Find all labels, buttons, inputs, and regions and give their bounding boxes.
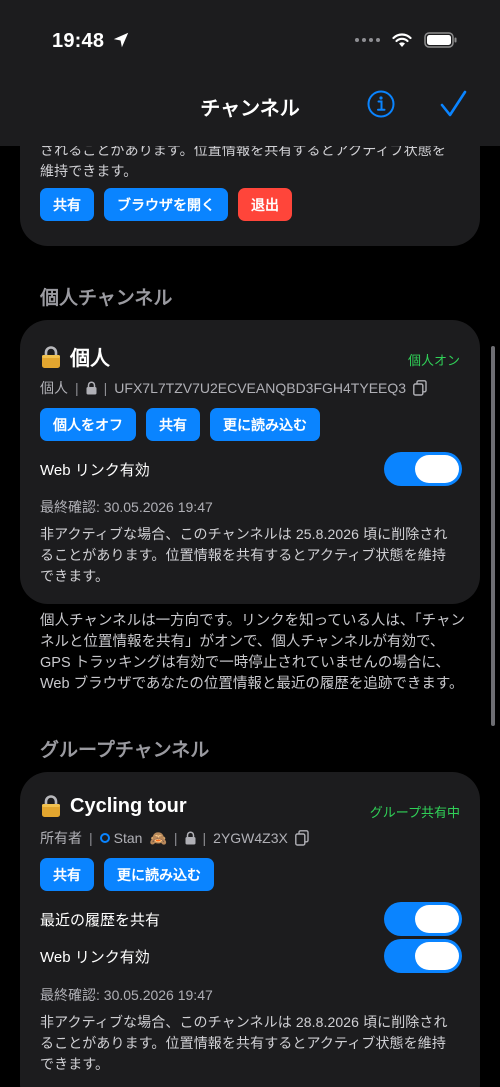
personal-channel-card: 個人 個人オン 個人 | | UFX7L7TZV7U2ECVEANQBD3FGH…	[20, 320, 480, 604]
battery-icon	[424, 32, 457, 48]
personal-section-footer: 個人チャンネルは一方向です。リンクを知っている人は、「チャンネルと位置情報を共有…	[40, 613, 465, 692]
share-button[interactable]: 共有	[146, 408, 200, 441]
web-link-label: Web リンク有効	[40, 948, 150, 966]
lock-small-icon	[86, 381, 97, 395]
channel-description: されることがあります。位置情報を共有するとアクティブ状態を維持できます。	[40, 146, 446, 179]
web-link-row: Web リンク有効	[40, 452, 462, 486]
share-history-row: 最近の履歴を共有	[40, 902, 462, 936]
web-link-toggle[interactable]	[384, 939, 462, 973]
status-bar: 19:48	[0, 0, 500, 80]
channel-meta-row: 個人 | | UFX7L7TZV7U2ECVEANQBD3FGH4TYEEQ3	[40, 378, 462, 398]
last-check-time: 最終確認: 30.05.2026 19:47	[40, 987, 213, 1003]
signal-icon	[355, 38, 380, 42]
leave-button[interactable]: 退出	[238, 188, 292, 221]
card-title-row: 個人	[40, 342, 110, 371]
personal-section-header: 個人チャンネル	[40, 288, 173, 309]
navigation-bar: チャンネル	[0, 80, 500, 146]
info-icon[interactable]	[366, 89, 396, 119]
location-arrow-icon	[113, 32, 129, 48]
lock-icon	[42, 795, 60, 817]
channel-meta-row: 所有者 | Stan 🙈 | | 2YGW4Z3X	[40, 828, 462, 848]
status-indicators	[355, 32, 458, 48]
last-check-time: 最終確認: 30.05.2026 19:47	[40, 499, 213, 515]
web-link-row: Web リンク有効	[40, 939, 462, 973]
channel-type-label: 個人	[40, 380, 68, 396]
channel-description: 非アクティブな場合、このチャンネルは 25.8.2026 頃に削除されることがあ…	[40, 526, 448, 584]
owner-label: 所有者	[40, 830, 82, 846]
open-browser-button[interactable]: ブラウザを開く	[104, 188, 228, 221]
channel-card-previous: されることがあります。位置情報を共有するとアクティブ状態を維持できます。 共有 …	[20, 146, 480, 246]
card-title-row: Cycling tour	[40, 794, 187, 818]
lock-icon	[42, 345, 60, 368]
copy-icon[interactable]	[413, 380, 427, 396]
channel-list[interactable]: されることがあります。位置情報を共有するとアクティブ状態を維持できます。 共有 …	[0, 146, 500, 1087]
share-button[interactable]: 共有	[40, 188, 94, 221]
channel-actions: 共有 ブラウザを開く 退出	[40, 188, 292, 221]
owner-name: Stan	[113, 830, 143, 846]
share-button[interactable]: 共有	[40, 858, 94, 891]
turn-off-personal-button[interactable]: 個人をオフ	[40, 408, 136, 441]
web-link-label: Web リンク有効	[40, 461, 150, 479]
owner-emoji: 🙈	[149, 829, 167, 846]
wifi-icon	[392, 32, 412, 47]
load-more-button[interactable]: 更に読み込む	[104, 858, 214, 891]
status-badge: 個人オン	[407, 353, 460, 368]
channel-description: 非アクティブな場合、このチャンネルは 28.8.2026 頃に削除されることがあ…	[40, 1014, 448, 1072]
card-title: 個人	[70, 348, 110, 370]
load-more-button[interactable]: 更に読み込む	[210, 408, 320, 441]
scrollbar[interactable]	[491, 346, 495, 726]
share-history-label: 最近の履歴を共有	[40, 911, 161, 929]
owner-color-dot	[99, 833, 110, 843]
channel-id: UFX7L7TZV7U2ECVEANQBD3FGH4TYEEQ3	[114, 380, 407, 396]
channel-actions: 個人をオフ 共有 更に読み込む	[40, 408, 320, 441]
group-section-header: グループチャンネル	[40, 740, 210, 761]
page-title: チャンネル	[200, 98, 300, 120]
share-history-toggle[interactable]	[384, 902, 462, 936]
copy-icon[interactable]	[294, 830, 309, 846]
status-badge: グループ共有中	[369, 805, 460, 820]
status-time: 19:48	[52, 30, 105, 52]
channel-actions: 共有 更に読み込む	[40, 858, 214, 891]
web-link-toggle[interactable]	[384, 452, 462, 486]
card-title: Cycling tour	[70, 794, 187, 817]
checkmark-icon[interactable]	[438, 89, 468, 119]
channel-id: 2YGW4Z3X	[213, 830, 288, 846]
group-channel-card: Cycling tour グループ共有中 所有者 | Stan 🙈 | | 2Y…	[20, 772, 480, 1087]
lock-small-icon	[185, 831, 196, 845]
